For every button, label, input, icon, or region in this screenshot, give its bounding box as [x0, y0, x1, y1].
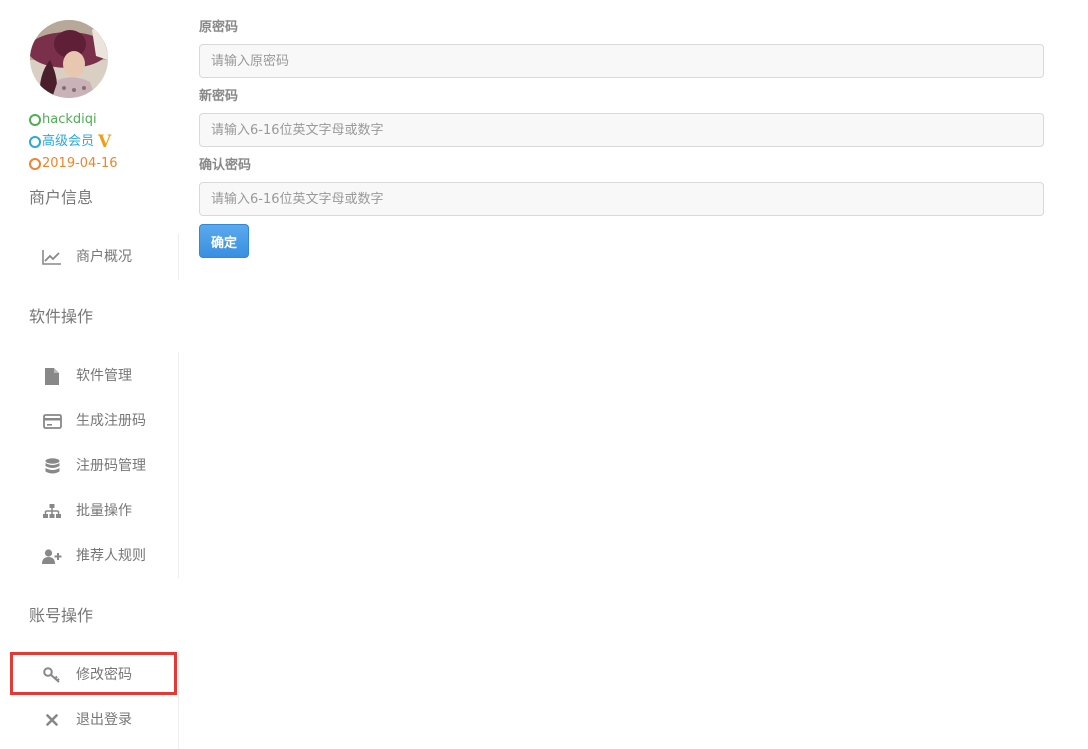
circle-icon: [29, 136, 41, 148]
sidebar: hackdiqi 高级会员 V 2019-04-16 商户信息 商户概况 软件操…: [0, 0, 190, 749]
file-icon: [42, 366, 62, 386]
circle-icon: [29, 158, 41, 170]
member-level-line: 高级会员 V: [29, 132, 111, 152]
sidebar-item-batch-operation[interactable]: 批量操作: [0, 496, 178, 526]
new-password-label: 新密码: [199, 89, 239, 104]
join-date-line: 2019-04-16: [29, 154, 118, 174]
member-level: 高级会员: [42, 134, 95, 149]
join-date: 2019-04-16: [42, 156, 118, 171]
old-password-input[interactable]: [199, 44, 1044, 78]
section-title-account: 账号操作: [29, 606, 94, 625]
user-plus-icon: [42, 546, 62, 566]
key-icon: [42, 665, 62, 685]
sidebar-item-label: 商户概况: [76, 249, 132, 265]
new-password-input[interactable]: [199, 113, 1044, 147]
confirm-password-input[interactable]: [199, 182, 1044, 216]
sidebar-item-generate-code[interactable]: 生成注册码: [0, 406, 178, 436]
username-line: hackdiqi: [29, 110, 97, 130]
circle-icon: [29, 114, 41, 126]
vip-badge-icon: V: [98, 132, 112, 152]
sidebar-item-referrer-rules[interactable]: 推荐人规则: [0, 541, 178, 571]
sidebar-item-merchant-overview[interactable]: 商户概况: [0, 242, 178, 272]
credit-card-icon: [42, 411, 62, 431]
confirm-button[interactable]: 确定: [199, 224, 249, 258]
avatar-image: [30, 20, 108, 98]
line-chart-icon: [42, 247, 62, 267]
database-icon: [42, 456, 62, 476]
sidebar-item-label: 批量操作: [76, 503, 132, 519]
sidebar-item-label: 推荐人规则: [76, 548, 146, 564]
sidebar-item-software-management[interactable]: 软件管理: [0, 361, 178, 391]
close-icon: [42, 710, 62, 730]
sitemap-icon: [42, 501, 62, 521]
sidebar-item-label: 注册码管理: [76, 458, 146, 474]
old-password-label: 原密码: [199, 20, 239, 35]
sidebar-item-change-password[interactable]: 修改密码: [0, 660, 178, 690]
sidebar-item-code-management[interactable]: 注册码管理: [0, 451, 178, 481]
section-title-merchant: 商户信息: [29, 188, 94, 207]
sidebar-item-logout[interactable]: 退出登录: [0, 705, 178, 735]
sidebar-item-label: 生成注册码: [76, 413, 146, 429]
sidebar-item-label: 软件管理: [76, 368, 132, 384]
sidebar-item-label: 修改密码: [76, 667, 132, 683]
confirm-password-label: 确认密码: [199, 158, 252, 173]
section-title-software: 软件操作: [29, 307, 94, 326]
sidebar-item-label: 退出登录: [76, 712, 132, 728]
avatar[interactable]: [30, 20, 108, 98]
username: hackdiqi: [42, 112, 97, 127]
